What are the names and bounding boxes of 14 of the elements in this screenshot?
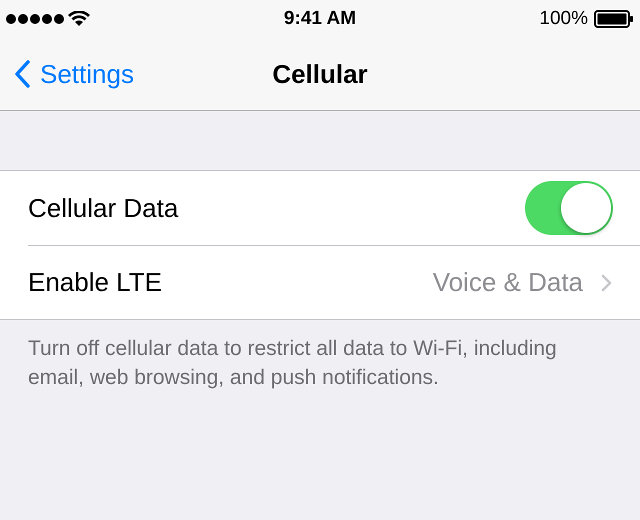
battery-percentage: 100%	[539, 6, 588, 31]
signal-icon	[6, 14, 64, 24]
status-time: 9:41 AM	[284, 6, 356, 31]
toggle-switch[interactable]	[525, 181, 613, 235]
setting-label: Cellular Data	[28, 192, 178, 224]
chevron-left-icon	[14, 60, 30, 88]
chevron-right-icon	[601, 274, 612, 292]
setting-value: Voice & Data	[432, 266, 583, 299]
battery-icon	[594, 10, 634, 28]
wifi-icon	[68, 11, 90, 27]
footer-note: Turn off cellular data to restrict all data to Wi-Fi, including email, web browsing, and push notifications.	[27, 336, 558, 391]
back-button[interactable]: Settings	[14, 54, 134, 94]
setting-label: Enable LTE	[28, 266, 162, 299]
page-title: Cellular	[272, 58, 368, 90]
